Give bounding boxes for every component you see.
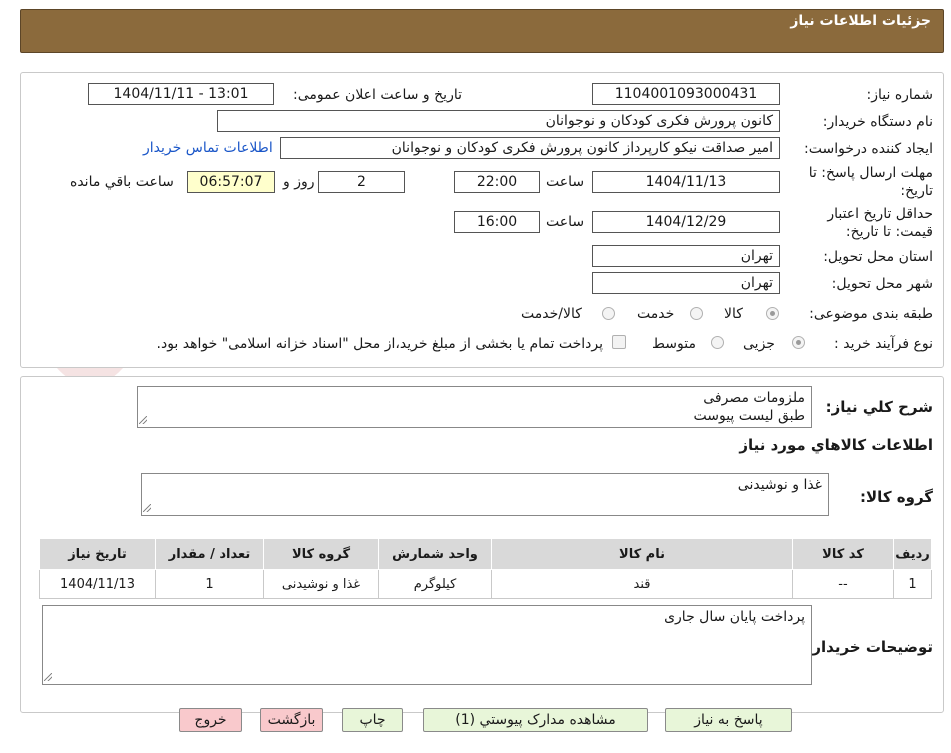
goods-group-label: گروه کالا: <box>860 488 933 506</box>
general-description-label: شرح کلي نياز: <box>825 398 933 416</box>
column-header-goods-name: نام کالا <box>491 538 793 570</box>
category-radio-goods-service[interactable] <box>602 307 615 320</box>
deadline-time-field: 22:00 <box>454 171 540 193</box>
request-creator-label: ایجاد کننده درخواست: <box>804 141 933 157</box>
column-header-row-number: ردیف <box>893 538 932 570</box>
need-number-field: 1104001093000431 <box>592 83 780 105</box>
validity-hour-label: ساعت <box>546 214 585 230</box>
price-validity-label-date: قیمت: تا تاریخ: <box>845 224 933 240</box>
reply-button[interactable]: پاسخ به نیاز <box>665 708 792 732</box>
goods-info-title: اطلاعات کالاهاي مورد نياز <box>739 436 933 454</box>
cell-goods-name: قند <box>491 569 793 599</box>
process-option-minor: جزیی <box>743 336 775 352</box>
cell-goods-code: -- <box>792 569 894 599</box>
price-validity-label: حداقل تاریخ اعتبار <box>827 206 933 222</box>
process-radio-minor[interactable] <box>792 336 805 349</box>
treasury-payment-note: پرداخت تمام یا بخشی از مبلغ خرید،از محل … <box>156 336 603 352</box>
process-option-medium: متوسط <box>652 336 696 352</box>
buyer-contact-link[interactable]: اطلاعات تماس خریدار <box>143 140 273 156</box>
process-type-label: نوع فرآیند خرید : <box>834 336 933 352</box>
cell-need-date: 1404/11/13 <box>39 569 156 599</box>
buyer-notes-label: توضیحات خریدار: <box>806 638 933 656</box>
province-label: استان محل تحویل: <box>823 249 933 265</box>
buyer-org-field: کانون پرورش فکری کودکان و نوجوانان <box>217 110 780 132</box>
buyer-notes-field[interactable]: پرداخت پایان سال جاری <box>42 605 812 685</box>
cell-quantity: 1 <box>155 569 264 599</box>
cell-unit: کیلوگرم <box>378 569 492 599</box>
cell-row-number: 1 <box>893 569 932 599</box>
deadline-hour-label: ساعت <box>546 174 585 190</box>
deadline-label: مهلت ارسال پاسخ: تا <box>808 165 933 181</box>
cell-goods-group: غذا و نوشیدنی <box>263 569 379 599</box>
table-header-row: ردیف کد کالا نام کالا واحد شمارش گروه کا… <box>39 538 932 570</box>
resize-grip-icon[interactable] <box>44 673 52 681</box>
category-option-goods: کالا <box>724 306 743 322</box>
print-button[interactable]: چاپ <box>342 708 403 732</box>
category-radio-goods[interactable] <box>766 307 779 320</box>
column-header-quantity: تعداد / مقدار <box>155 538 264 570</box>
need-number-label: شماره نیاز: <box>866 87 934 103</box>
province-field: تهران <box>592 245 780 267</box>
process-radio-medium[interactable] <box>711 336 724 349</box>
validity-time-field: 16:00 <box>454 211 540 233</box>
back-button[interactable]: بازگشت <box>260 708 323 732</box>
exit-button[interactable]: خروج <box>179 708 242 732</box>
table-row: 1 -- قند کیلوگرم غذا و نوشیدنی 1 1404/11… <box>39 569 932 599</box>
page-title: جزئیات اطلاعات نیاز <box>790 13 931 29</box>
column-header-need-date: تاریخ نیاز <box>39 538 156 570</box>
resize-grip-icon[interactable] <box>143 504 151 512</box>
deadline-date-field: 1404/11/13 <box>592 171 780 193</box>
announce-datetime-label: تاریخ و ساعت اعلان عمومی: <box>293 87 462 103</box>
category-option-service: خدمت <box>637 306 675 322</box>
city-field: تهران <box>592 272 780 294</box>
column-header-goods-code: کد کالا <box>792 538 894 570</box>
days-remaining-field: 2 <box>318 171 405 193</box>
announce-datetime-field: 1404/11/11 - 13:01 <box>88 83 274 105</box>
goods-group-field[interactable]: غذا و نوشیدنی <box>141 473 829 516</box>
category-radio-service[interactable] <box>690 307 703 320</box>
city-label: شهر محل تحویل: <box>831 276 933 292</box>
resize-grip-icon[interactable] <box>139 416 147 424</box>
treasury-payment-checkbox[interactable] <box>612 335 626 349</box>
request-creator-field: امیر صداقت نیکو کارپرداز کانون پرورش فکر… <box>280 137 780 159</box>
category-label: طبقه بندی موضوعی: <box>809 306 933 322</box>
remaining-time-field: 06:57:07 <box>187 171 275 193</box>
column-header-goods-group: گروه کالا <box>263 538 379 570</box>
days-label: روز و <box>283 174 315 190</box>
validity-date-field: 1404/12/29 <box>592 211 780 233</box>
buyer-org-label: نام دستگاه خریدار: <box>822 114 933 130</box>
column-header-unit: واحد شمارش <box>378 538 492 570</box>
category-option-goods-service: کالا/خدمت <box>521 306 582 322</box>
items-table: ردیف کد کالا نام کالا واحد شمارش گروه کا… <box>39 538 932 599</box>
general-description-field[interactable]: ملزومات مصرفی طبق لیست پیوست <box>137 386 812 428</box>
view-attachments-button[interactable]: مشاهده مدارک پیوستي (1) <box>423 708 648 732</box>
deadline-label-date: تاریخ: <box>900 183 933 199</box>
remaining-time-label: ساعت باقي مانده <box>70 174 174 190</box>
